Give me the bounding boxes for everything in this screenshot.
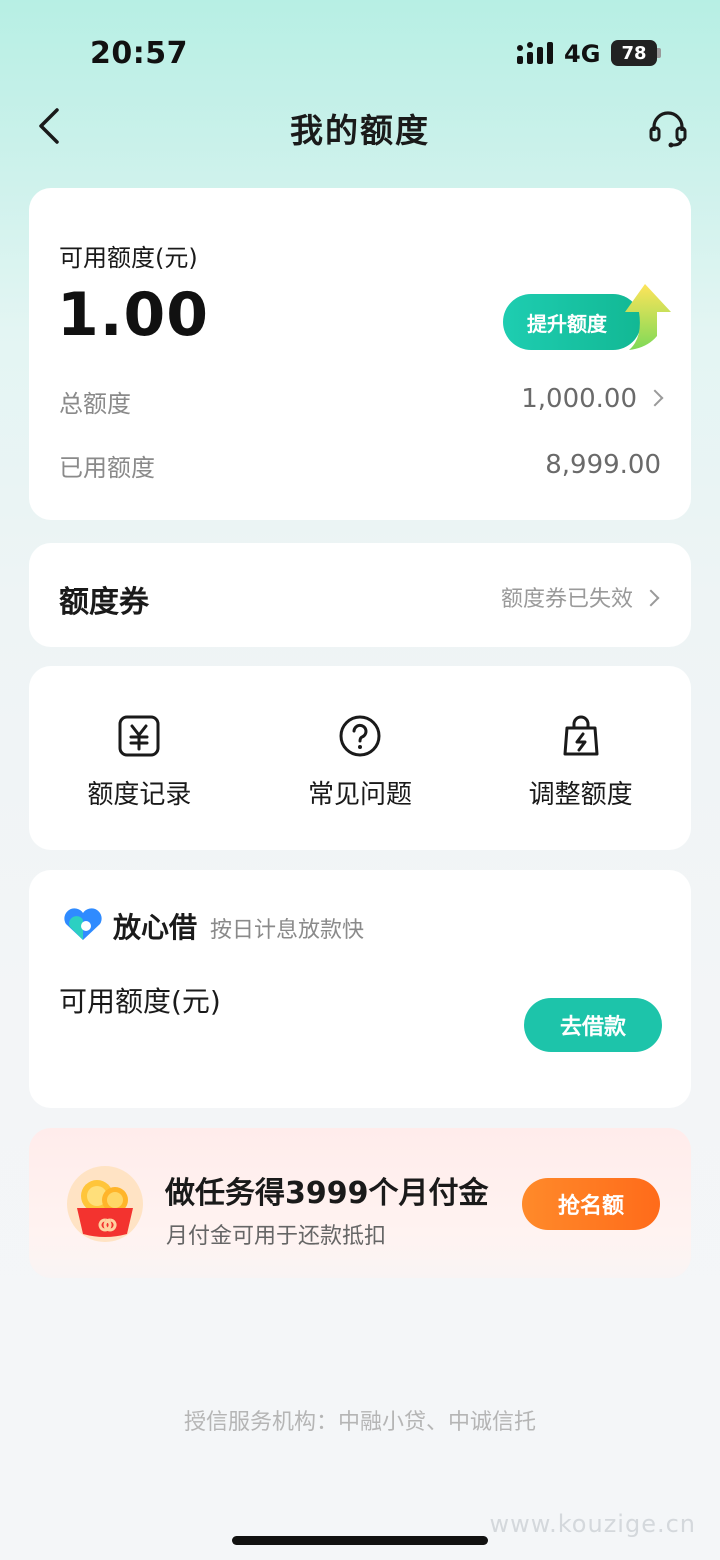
quota-card: 可用额度(元) 1.00 提升额度 总额度 1,000.00 已用额度 8,99…: [29, 188, 691, 520]
promo-subtitle: 月付金可用于还款抵扣: [166, 1224, 387, 1249]
question-circle-icon: [339, 715, 381, 757]
action-label: 额度记录: [87, 780, 192, 810]
status-bar: 20:57 4G 78: [0, 0, 720, 100]
loan-card: 放心借 按日计息放款快 可用额度(元) 去借款: [29, 870, 691, 1108]
raise-quota-label: 提升额度: [527, 311, 607, 336]
network-type: 4G: [564, 40, 601, 68]
total-quota-value: 1,000.00: [521, 384, 637, 414]
total-quota-value-wrap: 1,000.00: [521, 384, 664, 414]
borrow-button[interactable]: 去借款: [524, 998, 662, 1052]
coin-bag-icon: [67, 1166, 143, 1242]
quick-actions-card: 额度记录 常见问题 调整额度: [29, 666, 691, 850]
action-label: 常见问题: [308, 780, 413, 810]
battery-level: 78: [621, 42, 647, 64]
headset-icon: [649, 111, 687, 148]
available-quota-amount: 1.00: [57, 280, 210, 350]
up-arrow-icon: [625, 284, 671, 350]
action-faq[interactable]: 常见问题: [250, 666, 471, 850]
coupon-status: 额度券已失效: [500, 587, 633, 612]
grab-slot-button[interactable]: 抢名额: [522, 1178, 660, 1230]
action-label: 调整额度: [528, 780, 633, 810]
total-quota-row[interactable]: 总额度 1,000.00: [29, 378, 691, 434]
promo-title: 做任务得3999个月付金: [165, 1176, 489, 1211]
loan-available-label: 可用额度(元): [59, 985, 221, 1018]
signal-icon: [517, 42, 553, 64]
quota-coupon-card[interactable]: 额度券 额度券已失效: [29, 543, 691, 647]
status-time: 20:57: [90, 36, 188, 71]
chevron-right-icon: [642, 589, 660, 607]
used-quota-value: 8,999.00: [545, 450, 661, 480]
watermark: www.kouzige.cn: [489, 1510, 696, 1538]
action-adjust-quota[interactable]: 调整额度: [470, 666, 691, 850]
loan-slogan: 按日计息放款快: [210, 918, 365, 943]
customer-service-button[interactable]: [644, 104, 692, 152]
credit-institution-footer: 授信服务机构：中融小贷、中诚信托: [183, 1410, 536, 1435]
chevron-right-icon: [646, 389, 664, 406]
battery-tip: [657, 48, 661, 58]
loan-brand: 放心借: [113, 911, 198, 944]
coupon-title: 额度券: [59, 585, 149, 620]
home-indicator: [232, 1536, 488, 1545]
heart-logo-icon: [64, 908, 102, 940]
action-quota-record[interactable]: 额度记录: [29, 666, 250, 850]
used-quota-label: 已用额度: [59, 454, 155, 482]
page-title: 我的额度: [290, 111, 430, 150]
coupon-status-wrap: 额度券已失效: [500, 581, 660, 613]
yuan-record-icon: [118, 715, 160, 757]
battery-icon: 78: [611, 40, 657, 66]
available-quota-label: 可用额度(元): [59, 244, 198, 272]
total-quota-label: 总额度: [59, 390, 131, 418]
bag-lightning-icon: [563, 715, 599, 756]
task-promo-card[interactable]: 做任务得3999个月付金 月付金可用于还款抵扣 抢名额: [29, 1128, 691, 1278]
